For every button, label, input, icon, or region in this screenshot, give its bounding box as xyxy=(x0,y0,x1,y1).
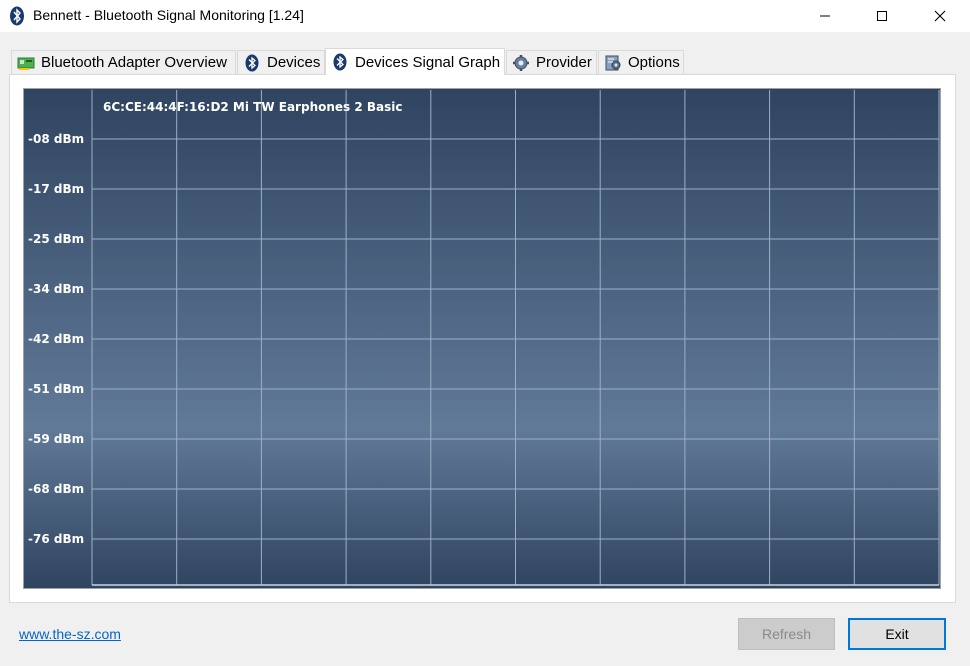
tab-devices[interactable]: Devices xyxy=(237,50,325,74)
gear-icon xyxy=(513,54,529,71)
tab-options[interactable]: Options xyxy=(598,50,684,74)
y-tick-label: -17 dBm xyxy=(28,182,84,196)
close-button[interactable] xyxy=(911,0,969,32)
bluetooth-icon xyxy=(245,54,259,71)
minimize-button[interactable] xyxy=(796,0,854,32)
y-tick-label: -68 dBm xyxy=(28,482,84,496)
tab-strip: Bluetooth Adapter Overview Devices Devic… xyxy=(11,48,970,75)
tab-label: Devices Signal Graph xyxy=(355,53,501,71)
y-tick-label: -08 dBm xyxy=(28,132,84,146)
refresh-button[interactable]: Refresh xyxy=(738,618,835,650)
website-link[interactable]: www.the-sz.com xyxy=(19,626,121,642)
signal-graph: -08 dBm -17 dBm -25 dBm -34 dBm -42 dBm -51 d… xyxy=(23,88,941,589)
maximize-icon xyxy=(877,11,887,21)
title-bar: Bennett - Bluetooth Signal Monitoring [1… xyxy=(0,0,970,32)
tab-label: Devices xyxy=(267,54,321,71)
tab-bluetooth-adapter-overview[interactable]: Bluetooth Adapter Overview xyxy=(11,50,236,74)
y-tick-label: -25 dBm xyxy=(28,232,84,246)
options-icon xyxy=(605,55,621,70)
tab-label: Options xyxy=(628,54,680,71)
y-tick-label: -76 dBm xyxy=(28,532,84,546)
y-tick-label: -59 dBm xyxy=(28,432,84,446)
y-tick-label: -42 dBm xyxy=(28,332,84,346)
bluetooth-app-icon xyxy=(10,6,24,26)
tab-label: Bluetooth Adapter Overview xyxy=(41,54,227,71)
tab-devices-signal-graph[interactable]: Devices Signal Graph xyxy=(325,48,505,75)
minimize-icon xyxy=(820,15,830,17)
tab-label: Provider xyxy=(536,54,592,71)
y-axis-labels: -08 dBm -17 dBm -25 dBm -34 dBm -42 dBm -51 d… xyxy=(28,132,84,546)
tab-provider[interactable]: Provider xyxy=(506,50,597,74)
device-label: 6C:CE:44:4F:16:D2 Mi TW Earphones 2 Basi… xyxy=(103,100,403,114)
close-icon xyxy=(934,10,946,22)
bluetooth-icon xyxy=(333,53,347,71)
maximize-button[interactable] xyxy=(853,0,911,32)
exit-button[interactable]: Exit xyxy=(848,618,946,650)
window-title: Bennett - Bluetooth Signal Monitoring [1… xyxy=(33,7,304,23)
adapter-card-icon xyxy=(17,57,35,70)
y-tick-label: -34 dBm xyxy=(28,282,84,296)
signal-graph-canvas: -08 dBm -17 dBm -25 dBm -34 dBm -42 dBm -51 d… xyxy=(24,89,940,588)
y-tick-label: -51 dBm xyxy=(28,382,84,396)
